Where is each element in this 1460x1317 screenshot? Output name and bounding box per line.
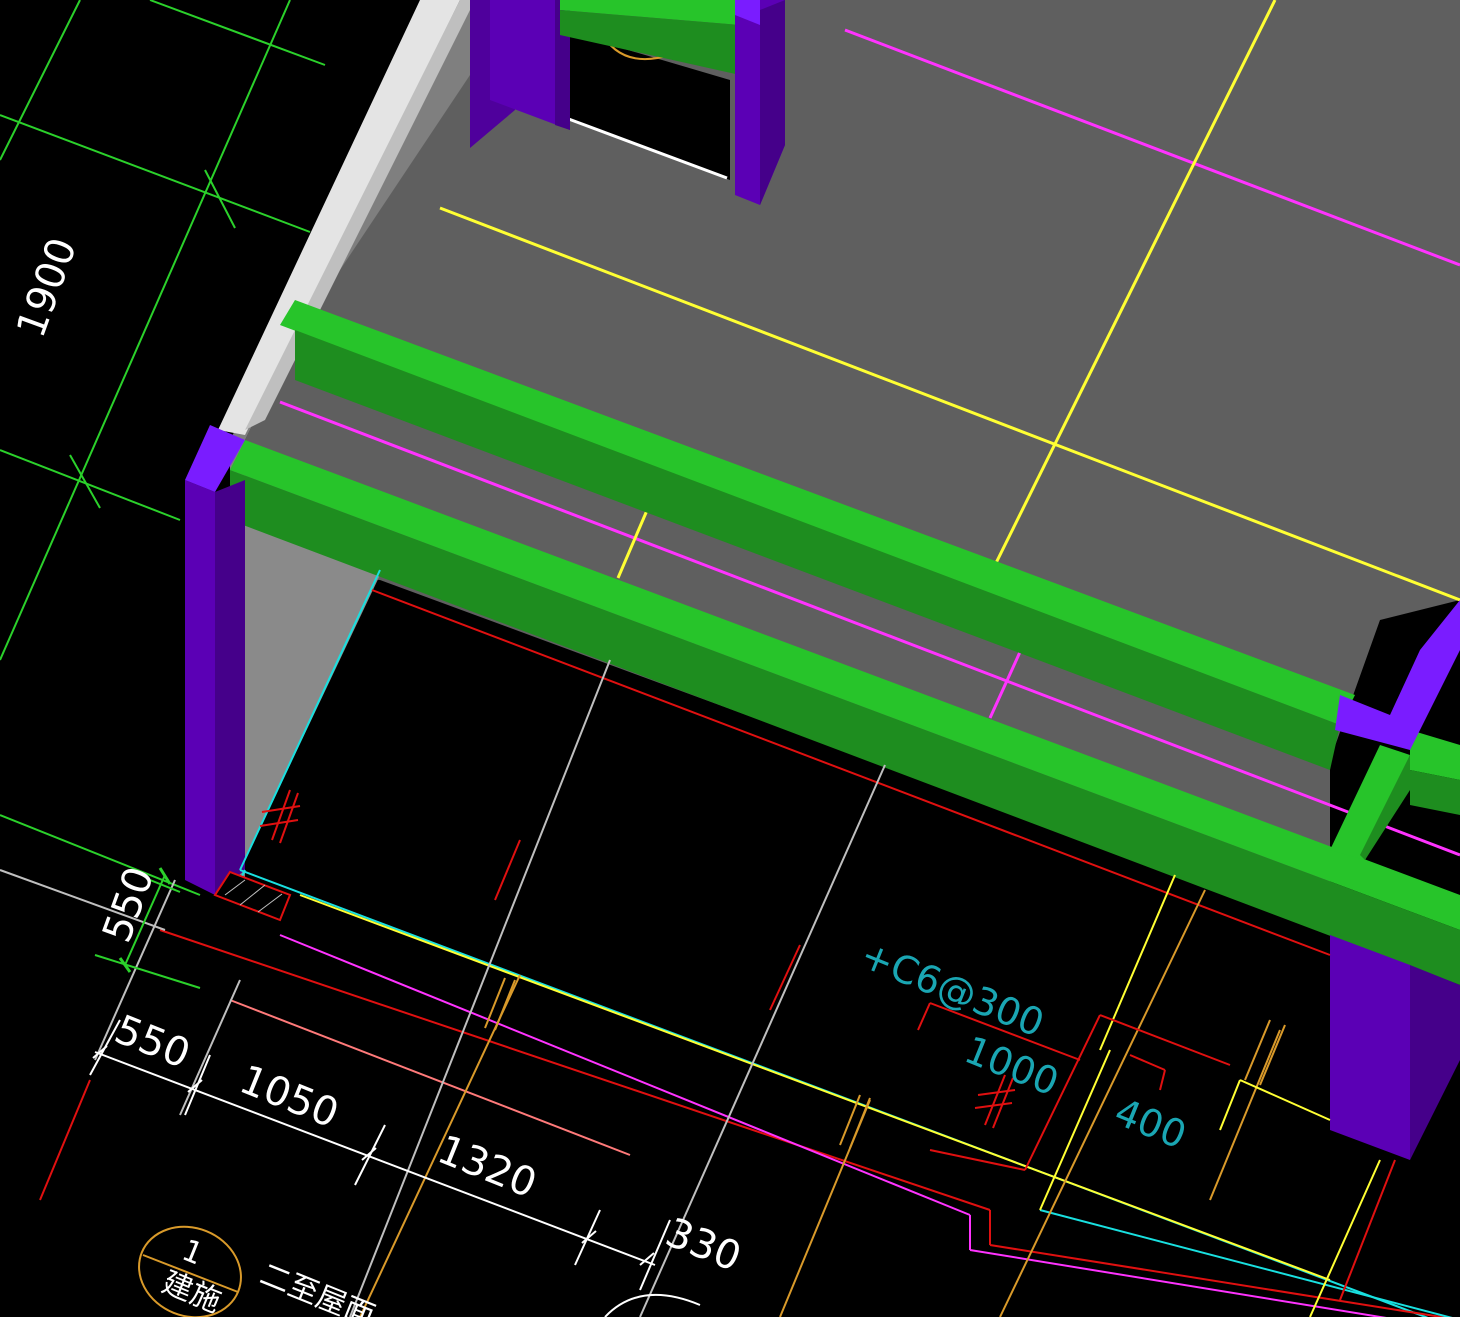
dim-text-1320: 1320	[431, 1127, 543, 1208]
dim-text-330: 330	[659, 1210, 747, 1281]
section-marker-label: 二至屋面	[255, 1257, 379, 1317]
dim-text-550: 550	[108, 1007, 196, 1078]
section-marker-number: 1	[177, 1233, 208, 1273]
beam-short-right	[1330, 730, 1460, 860]
dim-text-1900: 1900	[8, 232, 86, 343]
wall-face-lower	[245, 520, 380, 860]
cad-viewport[interactable]: 1900 550 550 1050 1320 330 +C6@300 1000 …	[0, 0, 1460, 1317]
section-marker: 1 建施 二至屋面	[138, 1225, 379, 1317]
floor-slab	[245, 0, 1460, 930]
rebar-length-1000: 1000	[959, 1028, 1065, 1105]
rebar-spec-label: +C6@300	[855, 933, 1051, 1046]
rebar-length-400: 400	[1109, 1090, 1193, 1158]
section-marker-partial	[604, 1294, 701, 1317]
hatched-section	[213, 870, 292, 922]
column-left	[185, 425, 245, 895]
dim-text-550-side: 550	[94, 861, 163, 948]
